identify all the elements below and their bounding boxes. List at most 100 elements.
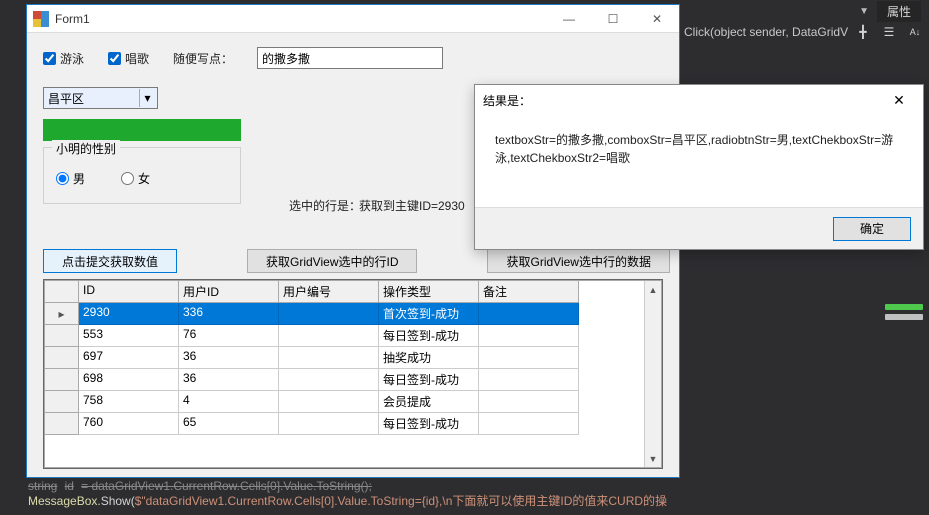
selected-row-label: 选中的行是： <box>289 197 361 214</box>
cell-id[interactable]: 2930 <box>79 303 179 325</box>
cell-bz[interactable] <box>479 325 579 347</box>
grid-header-cell[interactable]: 用户编号 <box>279 281 379 303</box>
table-row[interactable]: 55376 每日签到-成功 <box>45 325 661 347</box>
checkbox-swim[interactable]: 游泳 <box>43 50 84 67</box>
cell-id[interactable]: 553 <box>79 325 179 347</box>
scroll-up-icon[interactable]: ▲ <box>645 281 661 298</box>
maximize-button[interactable]: ☐ <box>591 5 635 33</box>
messagebox-title: 结果是： <box>483 92 883 109</box>
properties-panel-label[interactable]: 属性 <box>877 1 921 22</box>
cell-uno[interactable] <box>279 391 379 413</box>
cell-op[interactable]: 每日签到-成功 <box>379 325 479 347</box>
grid-row-header[interactable] <box>45 391 79 413</box>
grid-row-header[interactable]: ▸ <box>45 303 79 325</box>
datagridview[interactable]: ID用户ID用户编号操作类型备注▸2930336首次签到-成功55376每日签到… <box>43 279 663 469</box>
method-signature: Click(object sender, DataGridV <box>684 25 848 39</box>
dropdown-icon[interactable]: ▼ <box>859 6 869 17</box>
sort-icon[interactable]: A↓ <box>905 22 925 42</box>
window-title: Form1 <box>55 12 547 26</box>
grid-row-header[interactable] <box>45 347 79 369</box>
messagebox-titlebar[interactable]: 结果是： ✕ <box>475 85 923 115</box>
cell-uno[interactable] <box>279 369 379 391</box>
vs-topbar: ▼ 属性 <box>680 0 929 22</box>
cell-op[interactable]: 每日签到-成功 <box>379 413 479 435</box>
plus-icon[interactable]: ╋ <box>853 22 873 42</box>
grid-header-cell[interactable]: ID <box>79 281 179 303</box>
cell-bz[interactable] <box>479 303 579 325</box>
grid-scrollbar[interactable]: ▲ ▼ <box>644 281 661 467</box>
gender-groupbox: 小明的性别 男 女 <box>43 147 241 204</box>
table-row[interactable]: 69736 抽奖成功 <box>45 347 661 369</box>
messagebox-body: textboxStr=的撒多撒,comboxStr=昌平区,radiobtnSt… <box>475 115 923 207</box>
cell-uid[interactable]: 36 <box>179 347 279 369</box>
cell-uid[interactable]: 4 <box>179 391 279 413</box>
get-rowid-button[interactable]: 获取GridView选中的行ID <box>247 249 417 273</box>
cell-uid[interactable]: 65 <box>179 413 279 435</box>
checkbox-sing-label: 唱歌 <box>125 50 149 67</box>
grid-row-header[interactable] <box>45 369 79 391</box>
radio-female-input[interactable] <box>121 172 134 185</box>
table-row[interactable]: 76065 每日签到-成功 <box>45 413 661 435</box>
cell-bz[interactable] <box>479 347 579 369</box>
radio-female[interactable]: 女 <box>121 170 150 187</box>
freewrite-input[interactable] <box>257 47 443 69</box>
cell-id[interactable]: 698 <box>79 369 179 391</box>
grid-header-cell[interactable]: 备注 <box>479 281 579 303</box>
table-row[interactable]: 69836 每日签到-成功 <box>45 369 661 391</box>
cell-op[interactable]: 每日签到-成功 <box>379 369 479 391</box>
submit-button[interactable]: 点击提交获取数值 <box>43 249 177 273</box>
cell-id[interactable]: 697 <box>79 347 179 369</box>
close-button[interactable]: ✕ <box>635 5 679 33</box>
district-combobox[interactable]: 昌平区 ▾ <box>43 87 158 109</box>
messagebox: 结果是： ✕ textboxStr=的撒多撒,comboxStr=昌平区,rad… <box>474 84 924 250</box>
combobox-value: 昌平区 <box>48 90 139 107</box>
ok-button[interactable]: 确定 <box>833 217 911 241</box>
cell-bz[interactable] <box>479 413 579 435</box>
cell-uid[interactable]: 36 <box>179 369 279 391</box>
get-rowdata-button[interactable]: 获取GridView选中行的数据 <box>487 249 669 273</box>
grid-header-cell[interactable]: 操作类型 <box>379 281 479 303</box>
groupbox-legend: 小明的性别 <box>52 140 120 157</box>
cell-op[interactable]: 会员提成 <box>379 391 479 413</box>
radio-male[interactable]: 男 <box>56 170 85 187</box>
cell-uno[interactable] <box>279 413 379 435</box>
messagebox-footer: 确定 <box>475 207 923 249</box>
cell-uno[interactable] <box>279 347 379 369</box>
cell-id[interactable]: 758 <box>79 391 179 413</box>
chevron-down-icon[interactable]: ▾ <box>139 89 155 107</box>
cell-op[interactable]: 抽奖成功 <box>379 347 479 369</box>
table-row[interactable]: ▸2930336 首次签到-成功 <box>45 303 661 325</box>
checkbox-sing-input[interactable] <box>108 52 121 65</box>
freewrite-label: 随便写点： <box>173 50 233 67</box>
cell-bz[interactable] <box>479 391 579 413</box>
green-progress-bar <box>43 119 241 141</box>
cell-id[interactable]: 760 <box>79 413 179 435</box>
cell-op[interactable]: 首次签到-成功 <box>379 303 479 325</box>
minimize-button[interactable]: — <box>547 5 591 33</box>
radio-male-input[interactable] <box>56 172 69 185</box>
cell-bz[interactable] <box>479 369 579 391</box>
radio-female-label: 女 <box>138 170 150 187</box>
grid-header-row: ID用户ID用户编号操作类型备注 <box>45 281 661 303</box>
cell-uid[interactable]: 336 <box>179 303 279 325</box>
cell-uno[interactable] <box>279 325 379 347</box>
close-icon[interactable]: ✕ <box>883 89 915 111</box>
cell-uid[interactable]: 76 <box>179 325 279 347</box>
table-row[interactable]: 7584 会员提成 <box>45 391 661 413</box>
list-icon[interactable]: ☰ <box>879 22 899 42</box>
code-line-declaration: string id = dataGridView1.CurrentRow.Cel… <box>28 479 923 493</box>
vs-breadcrumb: Click(object sender, DataGridV ╋ ☰ A↓ <box>680 22 929 42</box>
checkbox-swim-input[interactable] <box>43 52 56 65</box>
scroll-down-icon[interactable]: ▼ <box>645 450 661 467</box>
grid-row-header[interactable] <box>45 413 79 435</box>
app-icon <box>33 11 49 27</box>
checkbox-sing[interactable]: 唱歌 <box>108 50 149 67</box>
titlebar[interactable]: Form1 — ☐ ✕ <box>27 5 679 33</box>
grid-corner[interactable] <box>45 281 79 303</box>
code-line-messagebox: MessageBox.Show($"dataGridView1.CurrentR… <box>28 492 923 509</box>
checkbox-swim-label: 游泳 <box>60 50 84 67</box>
cell-uno[interactable] <box>279 303 379 325</box>
radio-male-label: 男 <box>73 170 85 187</box>
grid-header-cell[interactable]: 用户ID <box>179 281 279 303</box>
grid-row-header[interactable] <box>45 325 79 347</box>
